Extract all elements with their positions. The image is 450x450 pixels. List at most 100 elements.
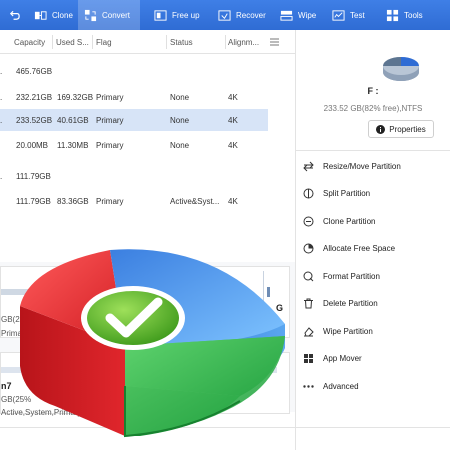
- col-alignment[interactable]: Alignm...: [228, 38, 259, 47]
- op-label: Wipe Partition: [323, 326, 373, 336]
- clone-partition-button[interactable]: Clone Partition: [303, 213, 375, 229]
- free-up-icon: [154, 9, 167, 21]
- delete-partition-button[interactable]: Delete Partition: [303, 295, 378, 311]
- more-icon: [303, 384, 314, 388]
- cell-status: None: [170, 116, 190, 125]
- table-row-selected[interactable]: . 233.52GB 40.61GB Primary None 4K: [0, 109, 268, 131]
- col-flag[interactable]: Flag: [96, 38, 112, 47]
- col-capacity[interactable]: Capacity: [14, 38, 45, 47]
- cell-used: 169.32GB: [57, 93, 94, 102]
- cell-capacity: 111.79GB: [16, 172, 51, 181]
- cell-capacity: 465.76GB: [16, 67, 53, 76]
- format-icon: [303, 271, 314, 281]
- column-divider[interactable]: [225, 35, 226, 49]
- cell-capacity: 232.21GB: [16, 93, 53, 102]
- cell-status: None: [170, 93, 190, 102]
- column-settings-icon[interactable]: [270, 38, 279, 46]
- back-arrow-icon: [9, 10, 20, 20]
- col-status[interactable]: Status: [170, 38, 193, 47]
- convert-icon: [84, 9, 97, 21]
- properties-label: Properties: [389, 124, 426, 134]
- convert-button[interactable]: Convert: [78, 0, 140, 30]
- cell-flag: Primary: [96, 141, 124, 150]
- op-label: Resize/Move Partition: [323, 161, 401, 171]
- recover-button[interactable]: Recover: [206, 0, 272, 30]
- op-label: Allocate Free Space: [323, 243, 396, 253]
- cell-flag: Primary: [96, 116, 124, 125]
- split-icon: [303, 188, 314, 198]
- back-button[interactable]: [0, 0, 28, 30]
- row-marker: .: [0, 116, 3, 125]
- op-label: App Mover: [323, 353, 362, 363]
- panel-separator: [296, 150, 450, 151]
- table-header: Capacity Used S... Flag Status Alignm...: [0, 30, 295, 54]
- op-label: Split Partition: [323, 188, 371, 198]
- cell-flag: Primary: [96, 197, 124, 206]
- test-button[interactable]: Test: [324, 0, 376, 30]
- free-up-button[interactable]: Free up: [140, 0, 206, 30]
- disk-pie-icon: [383, 57, 419, 81]
- cell-alignment: 4K: [228, 93, 238, 102]
- row-marker: .: [0, 93, 3, 102]
- tools-icon: [386, 9, 399, 21]
- cell-status: Active&Syst...: [170, 197, 220, 206]
- cell-alignment: 4K: [228, 116, 238, 125]
- cell-used: 83.36GB: [57, 197, 89, 206]
- app-mover-button[interactable]: App Mover: [303, 350, 362, 366]
- resize-move-partition-button[interactable]: Resize/Move Partition: [303, 158, 401, 174]
- row-marker: .: [0, 67, 3, 76]
- recover-label: Recover: [236, 10, 266, 20]
- recover-icon: [218, 9, 231, 21]
- op-label: Advanced: [323, 381, 359, 391]
- tools-button[interactable]: Tools: [376, 0, 434, 30]
- cell-status: None: [170, 141, 190, 150]
- op-label: Clone Partition: [323, 216, 376, 226]
- col-used[interactable]: Used S...: [56, 38, 89, 47]
- wipe-partition-icon: [304, 326, 314, 336]
- format-partition-button[interactable]: Format Partition: [303, 268, 380, 284]
- cell-used: 40.61GB: [57, 116, 89, 125]
- split-partition-button[interactable]: Split Partition: [303, 185, 370, 201]
- info-icon: [376, 124, 386, 134]
- delete-icon: [304, 298, 313, 308]
- column-divider[interactable]: [92, 35, 93, 49]
- clone-label: Clone: [52, 10, 73, 20]
- column-divider[interactable]: [166, 35, 167, 49]
- app-window: { "toolbar": { "items": [ {"label": "Clo…: [0, 0, 450, 450]
- cell-alignment: 4K: [228, 141, 238, 150]
- allocate-free-space-button[interactable]: Allocate Free Space: [303, 240, 395, 256]
- table-row[interactable]: 111.79GB 83.36GB Primary Active&Syst... …: [0, 190, 268, 212]
- table-row[interactable]: 20.00MB 11.30MB Primary None 4K: [0, 134, 268, 156]
- app-mover-icon: [304, 353, 313, 363]
- cell-capacity: 111.79GB: [16, 197, 51, 206]
- table-row[interactable]: . 465.76GB: [0, 60, 268, 82]
- op-label: Format Partition: [323, 271, 380, 281]
- row-marker: .: [0, 172, 3, 181]
- cell-capacity: 233.52GB: [16, 116, 53, 125]
- advanced-button[interactable]: Advanced: [303, 378, 359, 394]
- resize-icon: [303, 161, 314, 171]
- cell-alignment: 4K: [228, 197, 238, 206]
- free-up-label: Free up: [172, 10, 200, 20]
- toolbar: Clone Convert Free up Recover Wipe Test …: [0, 0, 450, 30]
- wipe-button[interactable]: Wipe: [272, 0, 324, 30]
- clone-button[interactable]: Clone: [28, 0, 78, 30]
- wipe-partition-button[interactable]: Wipe Partition: [303, 323, 373, 339]
- aomei-partition-logo: [20, 249, 285, 438]
- allocate-icon: [303, 243, 314, 253]
- table-row[interactable]: . 111.79GB: [0, 165, 268, 187]
- wipe-icon: [280, 10, 293, 21]
- test-label: Test: [350, 10, 365, 20]
- drive-label: F :: [367, 86, 379, 96]
- properties-button[interactable]: Properties: [368, 120, 434, 138]
- clone-icon: [34, 10, 47, 20]
- convert-label: Convert: [102, 10, 131, 20]
- test-icon: [332, 9, 345, 21]
- column-divider[interactable]: [52, 35, 53, 49]
- op-label: Delete Partition: [323, 298, 378, 308]
- table-row[interactable]: . 232.21GB 169.32GB Primary None 4K: [0, 86, 268, 108]
- wipe-label: Wipe: [298, 10, 317, 20]
- cell-used: 11.30MB: [57, 141, 89, 150]
- clone-partition-icon: [303, 216, 314, 226]
- tools-label: Tools: [404, 10, 423, 20]
